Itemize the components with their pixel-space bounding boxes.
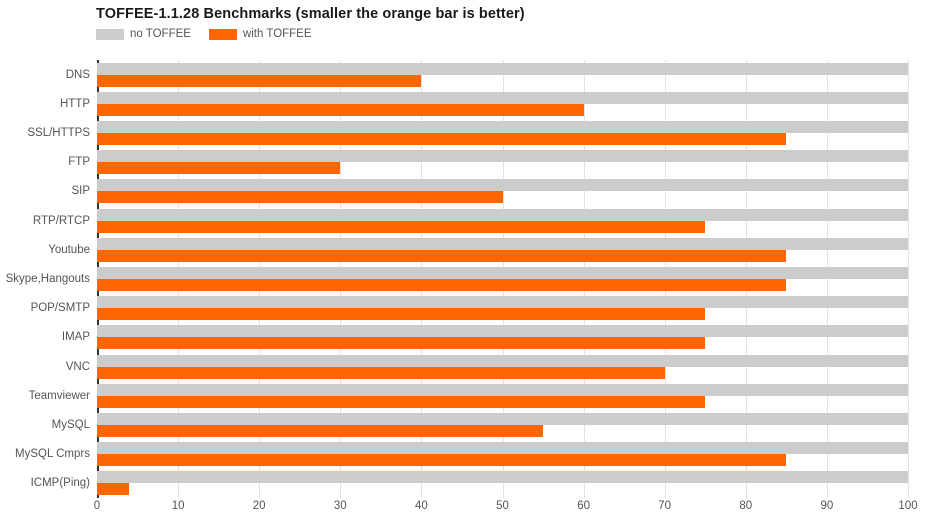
y-axis-label-mysql: MySQL	[51, 419, 90, 431]
y-axis-label-sip: SIP	[71, 185, 90, 198]
x-axis-tick-60: 60	[577, 500, 590, 512]
bar-row	[97, 471, 908, 496]
y-axis-label-http: HTTP	[59, 97, 90, 110]
bar-with-toffee	[97, 103, 584, 116]
x-axis-tick-20: 20	[252, 500, 266, 512]
bar-row	[97, 325, 908, 350]
y-axis-label-skype-hangouts: Skype,Hangouts	[5, 273, 90, 285]
x-axis-tick-100: 100	[898, 500, 918, 512]
bar-with-toffee	[97, 279, 787, 291]
x-axis-tick-0: 0	[93, 500, 101, 512]
bar-no-toffee	[97, 62, 908, 75]
bar-row	[97, 208, 908, 233]
bar-no-toffee	[97, 179, 908, 192]
bar-no-toffee	[97, 296, 908, 309]
bar-row	[97, 62, 908, 87]
bar-row	[97, 383, 908, 408]
bar-no-toffee	[97, 383, 908, 396]
y-axis-label-mysql-cmprs: MySQL Cmprs	[15, 448, 90, 461]
y-axis-label-ftp: FTP	[68, 156, 90, 169]
bar-with-toffee	[97, 162, 341, 175]
bar-row	[97, 91, 908, 116]
x-axis-tick-80: 80	[739, 500, 753, 512]
gridline	[908, 60, 909, 498]
bar-with-toffee	[97, 308, 706, 321]
y-axis-label-teamviewer: Teamviewer	[28, 389, 90, 402]
chart-legend: no TOFFEE with TOFFEE	[96, 27, 312, 41]
legend-label-with-toffee: with TOFFEE	[242, 28, 312, 40]
bar-with-toffee	[97, 133, 787, 145]
bar-with-toffee	[97, 425, 544, 437]
bar-with-toffee	[97, 74, 422, 87]
legend-swatch-with-toffee	[208, 28, 237, 40]
plot-area	[97, 60, 909, 498]
bar-with-toffee	[97, 483, 130, 496]
bar-no-toffee	[97, 325, 908, 338]
bar-with-toffee	[97, 249, 787, 262]
bar-with-toffee	[97, 337, 706, 350]
bar-with-toffee	[97, 191, 503, 204]
x-axis-tick-90: 90	[820, 500, 834, 512]
bar-no-toffee	[97, 267, 908, 279]
bar-rows	[97, 60, 908, 498]
chart-title: TOFFEE-1.1.28 Benchmarks (smaller the or…	[96, 6, 525, 22]
bar-no-toffee	[97, 121, 908, 133]
bar-no-toffee	[97, 237, 908, 250]
x-axis-tick-labels: 0 10 20 30 40 50 60 70 80 90 100	[0, 500, 931, 520]
bar-row	[97, 442, 908, 467]
legend-swatch-no-toffee	[96, 28, 124, 40]
bar-with-toffee	[97, 366, 665, 379]
bar-row	[97, 150, 908, 175]
benchmark-chart: TOFFEE-1.1.28 Benchmarks (smaller the or…	[0, 0, 931, 527]
y-axis-label-rtp-rtcp: RTP/RTCP	[32, 214, 90, 227]
bar-with-toffee	[97, 220, 706, 233]
x-axis-tick-30: 30	[333, 500, 347, 512]
bar-row	[97, 121, 908, 145]
y-axis-label-icmp-ping: ICMP(Ping)	[30, 477, 90, 490]
bar-no-toffee	[97, 208, 908, 221]
bar-row	[97, 354, 908, 379]
y-axis-tick-labels: DNS HTTP SSL/HTTPS FTP SIP RTP/RTCP Youtube Sky…	[0, 60, 90, 498]
x-axis-tick-40: 40	[414, 500, 428, 512]
bar-row	[97, 296, 908, 321]
x-axis-tick-50: 50	[496, 500, 509, 512]
bar-no-toffee	[97, 413, 908, 425]
bar-no-toffee	[97, 150, 908, 163]
y-axis-label-ssl-https: SSL/HTTPS	[27, 127, 90, 139]
x-axis-tick-70: 70	[658, 500, 672, 512]
bar-no-toffee	[97, 471, 908, 484]
bar-row	[97, 237, 908, 262]
y-axis-label-youtube: Youtube	[48, 243, 90, 256]
bar-row	[97, 413, 908, 437]
y-axis-label-pop-smtp: POP/SMTP	[30, 302, 90, 315]
legend-item-with-toffee: with TOFFEE	[208, 28, 312, 40]
y-axis-label-imap: IMAP	[61, 331, 90, 344]
y-axis-label-vnc: VNC	[65, 360, 90, 373]
bar-row	[97, 267, 908, 291]
x-axis-tick-10: 10	[171, 500, 185, 512]
legend-item-no-toffee: no TOFFEE	[96, 28, 191, 40]
bar-no-toffee	[97, 354, 908, 367]
bar-no-toffee	[97, 91, 908, 104]
bar-row	[97, 179, 908, 204]
bar-with-toffee	[97, 454, 787, 467]
legend-label-no-toffee: no TOFFEE	[130, 28, 191, 40]
bar-with-toffee	[97, 395, 706, 408]
bar-no-toffee	[97, 442, 908, 455]
y-axis-label-dns: DNS	[65, 68, 90, 81]
